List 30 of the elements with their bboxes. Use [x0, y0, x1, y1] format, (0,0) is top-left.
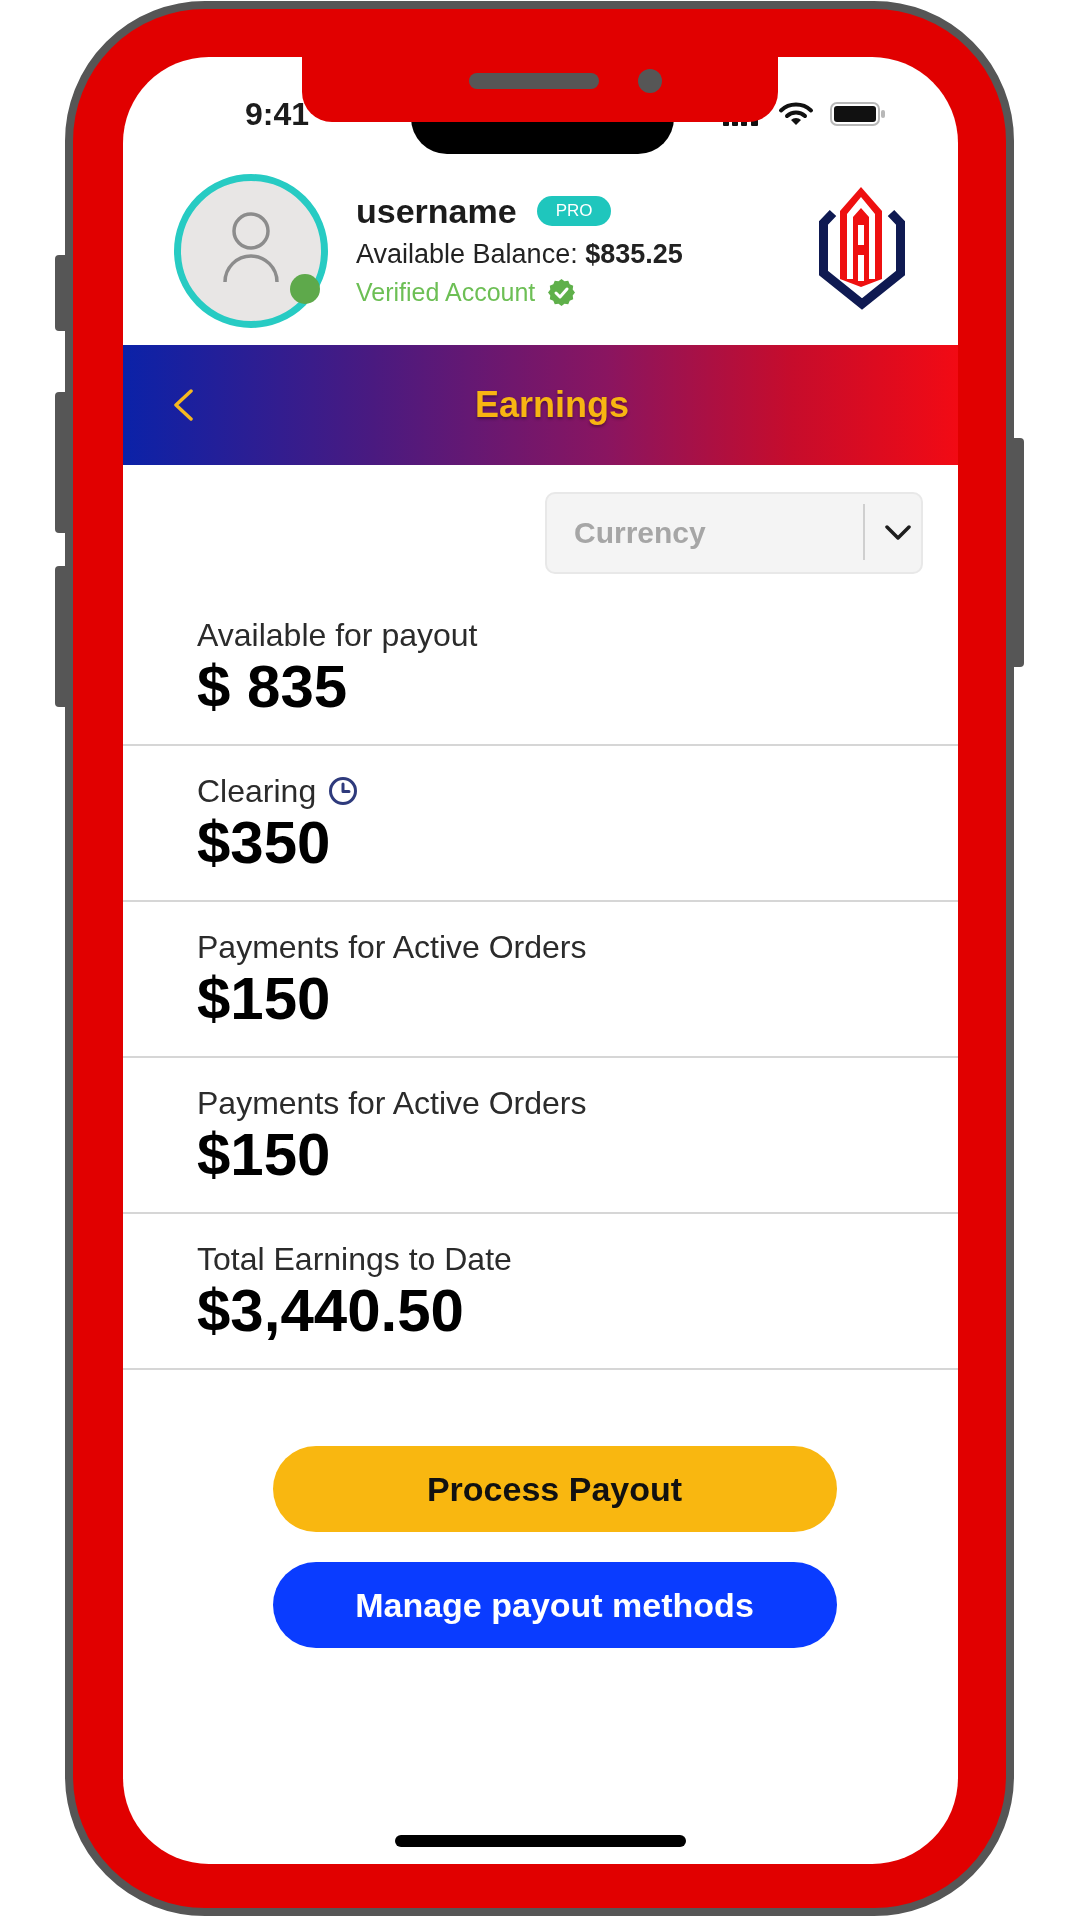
chevron-down-icon [885, 525, 911, 541]
currency-dropdown[interactable]: Currency [545, 492, 923, 574]
back-icon [172, 389, 194, 421]
verified-label: Verified Account [356, 277, 536, 308]
earnings-label: Payments for Active Orders [197, 1085, 587, 1121]
balance-text: Available Balance: $835.25 [356, 238, 683, 271]
earnings-label: Available for payout [197, 617, 478, 653]
earnings-amount: $ 835 [197, 656, 348, 718]
wifi-icon [778, 102, 814, 126]
logo-icon [819, 187, 905, 310]
payout-methods-button[interactable]: Manage payout methods [272, 1562, 837, 1648]
verified-check-icon [548, 278, 576, 306]
username: username [356, 193, 517, 229]
earnings-label: Payments for Active Orders [197, 929, 587, 965]
page-title: Earnings [474, 384, 629, 426]
user-icon [222, 212, 280, 284]
plan-badge: PRO [536, 196, 612, 226]
earnings-amount: $350 [197, 812, 331, 874]
earnings-label: Clearing [197, 773, 317, 809]
status-time: 9:41 [245, 96, 310, 132]
back-button[interactable] [172, 389, 194, 421]
earnings-amount: $3,440.50 [197, 1280, 464, 1342]
speaker-slot-icon [469, 73, 599, 89]
process-payout-button[interactable]: Process Payout [272, 1446, 837, 1532]
battery-icon [830, 102, 886, 126]
camera-lens-icon [638, 69, 662, 93]
clock-icon [328, 776, 359, 806]
earnings-amount: $150 [197, 1124, 331, 1186]
earnings-label: Total Earnings to Date [197, 1241, 512, 1277]
earnings-amount: $150 [197, 968, 331, 1030]
